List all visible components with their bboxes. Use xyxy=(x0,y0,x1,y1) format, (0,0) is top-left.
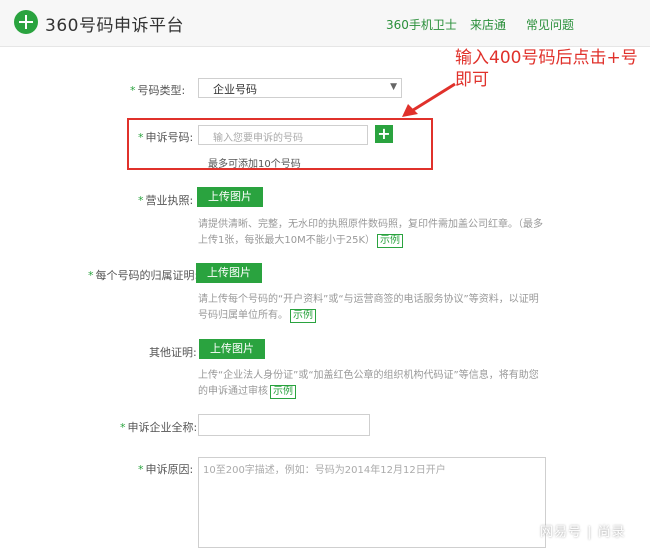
annotation-arrow-icon xyxy=(402,82,456,117)
upload-other-button[interactable]: 上传图片 xyxy=(199,339,265,359)
example-link[interactable]: 示例 xyxy=(290,309,316,323)
plus-logo-icon[interactable] xyxy=(14,10,38,34)
upload-ownership-button[interactable]: 上传图片 xyxy=(196,263,262,283)
chevron-down-icon: ▼ xyxy=(390,82,397,92)
nav-store[interactable]: 来店通 xyxy=(470,16,506,33)
header-bar: 360号码申诉平台 360手机卫士 来店通 常见问题 xyxy=(0,0,650,47)
annotation-line-1: 输入400号码后点击+号 xyxy=(455,48,638,68)
example-link[interactable]: 示例 xyxy=(270,385,296,399)
other-proof-help: 上传“企业法人身份证”或“加盖红色公章的组织机构代码证”等信息，将有助您的申诉通… xyxy=(198,370,539,399)
annotation-text: 输入400号码后点击+号 即可 xyxy=(455,47,645,91)
number-type-select[interactable]: 企业号码 ▼ xyxy=(198,78,402,98)
site-title[interactable]: 360号码申诉平台 xyxy=(45,11,184,36)
appeal-number-label: * 申诉号码: xyxy=(138,131,194,144)
appeal-number-input[interactable]: 输入您要申诉的号码 xyxy=(198,125,368,145)
company-name-label: * 申诉企业全称: xyxy=(120,421,198,434)
annotation-line-2: 即可 xyxy=(455,70,489,90)
nav-mobile-guard[interactable]: 360手机卫士 xyxy=(386,16,457,33)
example-link[interactable]: 示例 xyxy=(377,234,403,248)
business-license-label: * 营业执照: xyxy=(138,194,194,207)
ownership-proof-help: 请上传每个号码的“开户资料”或“与运营商签的电话服务协议”等资料，以证明号码归属… xyxy=(198,294,539,323)
upload-license-button[interactable]: 上传图片 xyxy=(197,187,263,207)
ownership-proof-label: * 每个号码的归属证明: xyxy=(88,269,199,282)
nav-faq[interactable]: 常见问题 xyxy=(526,16,574,33)
number-type-label: * 号码类型: xyxy=(130,84,186,97)
add-number-button[interactable]: + xyxy=(375,125,393,143)
max-numbers-note: 最多可添加10个号码 xyxy=(208,159,301,170)
company-name-input[interactable] xyxy=(198,414,370,436)
reason-textarea[interactable]: 10至200字描述，例如：号码为2014年12月12日开户 xyxy=(198,457,546,548)
business-license-help: 请提供清晰、完整，无水印的执照原件数码照，复印件需加盖公司红章。（最多上传1张，… xyxy=(198,219,543,248)
reason-label: * 申诉原因: xyxy=(138,463,194,476)
other-proof-label: 其他证明: xyxy=(149,346,197,359)
watermark: 网易号 | 尚录 xyxy=(540,525,626,540)
